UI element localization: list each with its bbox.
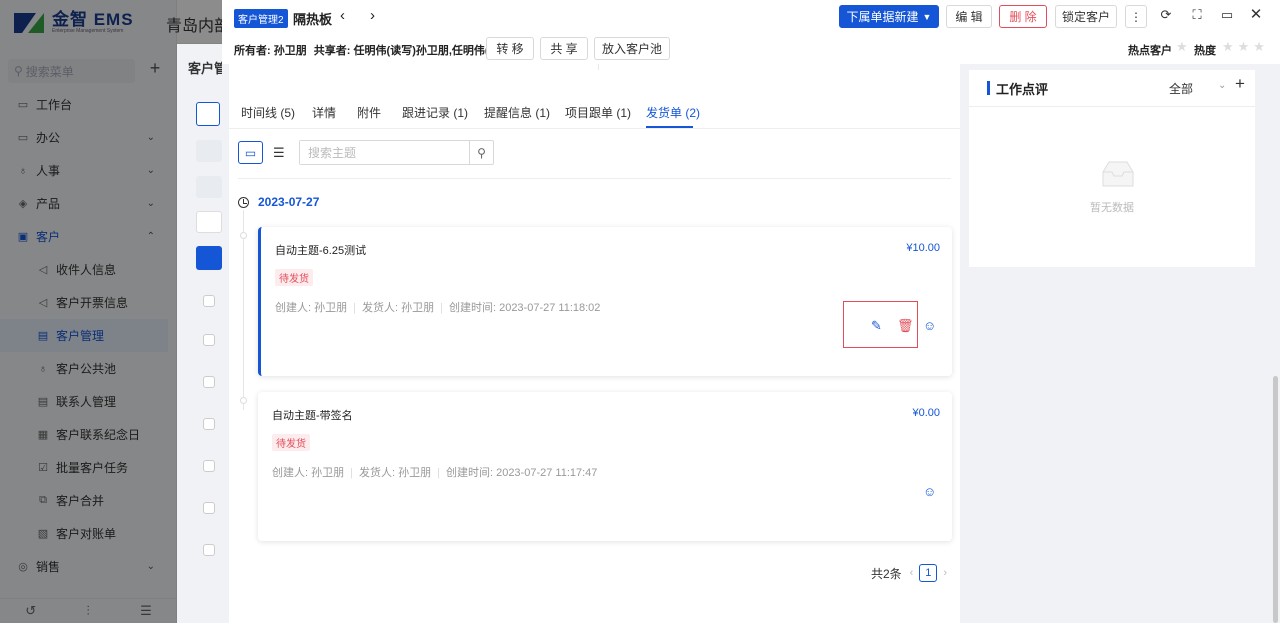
owner-value: 孙卫朋 xyxy=(273,45,307,57)
timeline-line xyxy=(243,210,244,410)
delete-button[interactable]: 删 除 xyxy=(999,5,1047,28)
prev-record-icon[interactable]: ‹ xyxy=(340,7,345,24)
tab-projects[interactable]: 项目跟单 (1) xyxy=(565,104,631,121)
tab-attachments[interactable]: 附件 xyxy=(357,104,381,121)
empty-text: 暂无数据 xyxy=(1090,202,1134,214)
card-amount: ¥10.00 xyxy=(906,242,940,254)
subject-search-input[interactable] xyxy=(300,141,469,164)
scrollbar[interactable] xyxy=(1273,376,1278,623)
delivery-card[interactable]: 自动主题-6.25测试 ¥10.00 待发货 创建人: 孙卫朋 | 发货人: 孙卫朋… xyxy=(258,227,952,376)
list-view-icon[interactable]: ☰ xyxy=(273,145,285,161)
more-button[interactable]: ⋮ xyxy=(1125,5,1147,28)
sharer-value: 任明伟(读写)孙卫朋,任明伟(读) xyxy=(353,45,504,57)
add-review-button[interactable]: + xyxy=(1235,74,1245,94)
tab-reminders[interactable]: 提醒信息 (1) xyxy=(484,104,550,121)
hot-customer-label: 热点客户 xyxy=(1128,45,1172,57)
chevron-down-icon[interactable]: ⌄ xyxy=(1218,80,1226,91)
search-button[interactable]: ⚲ xyxy=(469,141,493,164)
subject-search: ⚲ xyxy=(299,140,494,165)
timeline-dot xyxy=(240,232,247,239)
search-icon: ⚲ xyxy=(477,145,486,160)
status-badge: 待发货 xyxy=(275,269,313,286)
empty-inbox-icon xyxy=(1102,161,1134,187)
lock-customer-button[interactable]: 锁定客户 xyxy=(1055,5,1117,28)
delivery-card[interactable]: 自动主题-带签名 ¥0.00 待发货 创建人: 孙卫朋 | 发货人: 孙卫朋 | 创建时… xyxy=(258,392,952,541)
mask-top[interactable] xyxy=(0,0,222,44)
owner-line: 所有者: 孙卫朋 共享者: 任明伟(读写)孙卫朋,任明伟(读) xyxy=(234,45,504,57)
tab-details[interactable]: 详情 xyxy=(312,104,336,121)
hot-customer-star-icon[interactable]: ★ xyxy=(1176,39,1192,55)
new-sub-document-button[interactable]: 下属单据新建 ▼ xyxy=(839,5,939,28)
tab-delivery-orders[interactable]: 发货单 (2) xyxy=(646,104,700,121)
card-amount: ¥0.00 xyxy=(912,407,940,419)
timeline-dot xyxy=(240,397,247,404)
module-tag: 客户管理2 xyxy=(234,9,288,28)
review-filter-select[interactable]: 全部 xyxy=(1169,80,1193,97)
card-title: 自动主题-带签名 xyxy=(272,410,353,422)
card-meta: 创建人: 孙卫朋 | 发货人: 孙卫朋 | 创建时间: 2023-07-27 11:18… xyxy=(275,302,601,314)
next-page-icon[interactable]: › xyxy=(943,567,947,579)
active-tab-indicator xyxy=(646,126,693,128)
tab-timeline[interactable]: 时间线 (5) xyxy=(241,104,295,121)
drawer-header: 客户管理2 隔热板 ‹ › 下属单据新建 ▼ 编 辑 删 除 锁定客户 ⋮ ⟳ ⛶… xyxy=(222,0,1280,64)
record-title: 隔热板 xyxy=(293,12,333,27)
mask[interactable] xyxy=(0,44,177,623)
edit-icon[interactable]: ✎ xyxy=(871,318,882,334)
next-record-icon[interactable]: › xyxy=(370,7,375,24)
card-title: 自动主题-6.25测试 xyxy=(275,245,367,257)
pagination: 共2条 ‹ 1 › xyxy=(871,564,947,582)
minimize-icon[interactable]: ▭ xyxy=(1217,7,1237,23)
tab-bar: 时间线 (5) 详情 附件 跟进记录 (1) 提醒信息 (1) 项目跟单 (1)… xyxy=(229,98,960,129)
chevron-down-icon: ▼ xyxy=(922,11,932,22)
total-count: 共2条 xyxy=(870,566,902,581)
tab-panel: 时间线 (5) 详情 附件 跟进记录 (1) 提醒信息 (1) 项目跟单 (1)… xyxy=(229,70,960,623)
divider xyxy=(238,178,951,179)
work-review-title: 工作点评 xyxy=(996,82,1049,97)
smile-icon[interactable]: ☺ xyxy=(923,318,936,333)
page-number[interactable]: 1 xyxy=(919,564,938,582)
edit-button[interactable]: 编 辑 xyxy=(946,5,992,28)
share-button[interactable]: 共 享 xyxy=(540,37,588,60)
smile-icon[interactable]: ☺ xyxy=(923,484,936,499)
work-review-panel: 工作点评 全部 ⌄ + 暂无数据 xyxy=(969,70,1255,267)
more-vertical-icon: ⋮ xyxy=(1130,9,1142,24)
clock-icon xyxy=(238,197,249,208)
tab-follow-up[interactable]: 跟进记录 (1) xyxy=(402,104,468,121)
put-into-pool-button[interactable]: 放入客户池 xyxy=(594,37,670,60)
card-meta: 创建人: 孙卫朋 | 发货人: 孙卫朋 | 创建时间: 2023-07-27 11:17… xyxy=(272,467,598,479)
card-view-icon: ▭ xyxy=(244,145,257,160)
divider xyxy=(969,106,1255,107)
fullscreen-icon[interactable]: ⛶ xyxy=(1187,7,1207,23)
prev-page-icon[interactable]: ‹ xyxy=(910,567,914,579)
heat-label: 热度 xyxy=(1194,45,1216,57)
delete-icon[interactable]: 🗑 xyxy=(897,318,914,334)
close-icon[interactable]: ✕ xyxy=(1246,5,1266,23)
timeline-date: 2023-07-27 xyxy=(258,195,320,209)
status-badge: 待发货 xyxy=(272,434,310,451)
heat-rating-stars-icon[interactable]: ★★★ xyxy=(1222,39,1269,55)
card-view-button[interactable]: ▭ xyxy=(238,141,263,164)
detail-drawer: 客户管理2 隔热板 ‹ › 下属单据新建 ▼ 编 辑 删 除 锁定客户 ⋮ ⟳ ⛶… xyxy=(222,0,1280,623)
section-marker xyxy=(987,81,990,95)
refresh-icon[interactable]: ⟳ xyxy=(1156,7,1176,23)
transfer-button[interactable]: 转 移 xyxy=(486,37,534,60)
